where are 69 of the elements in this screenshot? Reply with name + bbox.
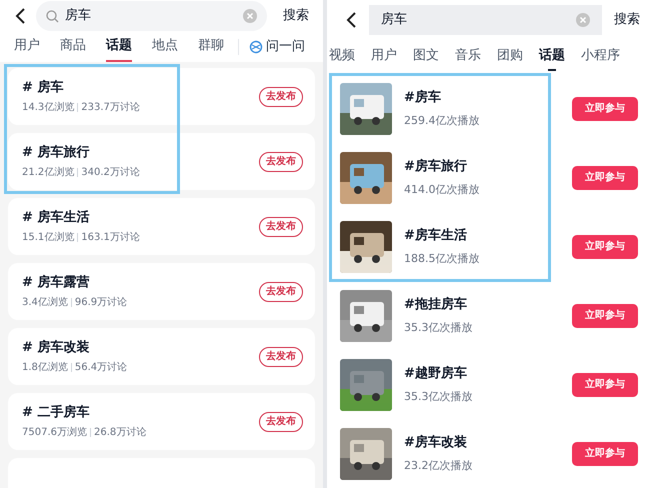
tab[interactable]: 群聊	[198, 32, 224, 62]
topic-title: # 房车生活	[22, 208, 90, 227]
join-button[interactable]: 立即参与	[572, 372, 638, 396]
publish-button[interactable]: 去发布	[259, 412, 303, 432]
play-count: 188.5亿次播放	[404, 251, 480, 267]
publish-button[interactable]: 去发布	[259, 152, 303, 172]
topic-title: # 二手房车	[22, 404, 90, 422]
play-count: 35.3亿次播放	[404, 389, 474, 405]
back-icon[interactable]	[345, 10, 357, 29]
topic-card[interactable]: # 二手房车 7507.6万浏览 26.8万讨论 去发布	[8, 393, 315, 450]
publish-button[interactable]: 去发布	[259, 86, 303, 106]
topic-title: # 房车	[22, 78, 64, 97]
discussion-count: 163.1万讨论	[81, 230, 140, 246]
topic-title[interactable]: #越野房车	[404, 364, 560, 383]
topic-title[interactable]: #房车生活	[404, 226, 560, 245]
topic-title: # 房车旅行	[22, 144, 90, 162]
tab[interactable]: 团购	[497, 40, 523, 71]
join-button[interactable]: 立即参与	[572, 234, 638, 258]
search-button[interactable]: 搜索	[614, 10, 640, 30]
discussion-count: 26.8万讨论	[94, 426, 146, 440]
search-icon	[46, 10, 59, 22]
discussion-count: 56.4万讨论	[74, 360, 128, 376]
discussion-count: 340.2万讨论	[81, 166, 140, 180]
topic-card[interactable]: # 房车改装 1.8亿浏览 56.4万讨论 去发布	[8, 328, 315, 385]
topic-title: # 房车改装	[22, 338, 90, 357]
join-button[interactable]: 立即参与	[572, 96, 638, 120]
tab[interactable]: 话题	[539, 40, 565, 71]
view-count: 15.1亿浏览	[22, 230, 74, 246]
view-count: 14.3亿浏览	[22, 100, 74, 116]
tab[interactable]: 用户	[14, 32, 40, 62]
join-button[interactable]: 立即参与	[572, 166, 638, 190]
topic-title[interactable]: #房车	[404, 88, 560, 107]
topic-title[interactable]: #房车旅行	[404, 156, 560, 176]
publish-button[interactable]: 去发布	[259, 282, 303, 302]
view-count: 3.4亿浏览	[22, 296, 68, 310]
join-button[interactable]: 立即参与	[572, 442, 638, 466]
tab[interactable]: 地点	[152, 32, 178, 62]
topic-title: # 房车露营	[22, 274, 90, 292]
topic-title[interactable]: #拖挂房车	[404, 294, 560, 314]
publish-button[interactable]: 去发布	[259, 346, 303, 366]
search-field[interactable]: 房车	[369, 4, 602, 35]
tab[interactable]: 图文	[413, 40, 439, 71]
play-count: 23.2亿次播放	[404, 458, 474, 474]
topic-title[interactable]: #房车改装	[404, 432, 560, 452]
search-text: 房车	[381, 11, 408, 30]
tab[interactable]: 用户	[371, 40, 397, 71]
play-count: 35.3亿次播放	[404, 320, 474, 336]
view-count: 7507.6万浏览	[22, 426, 87, 440]
play-count: 414.0亿次播放	[404, 182, 480, 198]
discussion-count: 96.9万讨论	[74, 296, 128, 310]
publish-button[interactable]: 去发布	[259, 216, 303, 236]
search-text: 房车	[65, 7, 92, 26]
topic-card[interactable]: # 房车生活 15.1亿浏览 163.1万讨论 去发布	[8, 198, 315, 255]
ask-button[interactable]: 问一问	[249, 37, 305, 57]
tab[interactable]: 商品	[60, 32, 86, 62]
search-button[interactable]: 搜索	[283, 6, 309, 26]
clear-icon[interactable]	[243, 9, 257, 23]
discussion-count: 233.7万讨论	[81, 100, 140, 116]
topic-card[interactable]: # 房车露营 3.4亿浏览 96.9万讨论 去发布	[8, 263, 315, 320]
join-button[interactable]: 立即参与	[572, 304, 638, 328]
search-field[interactable]: 房车	[36, 1, 267, 31]
tab[interactable]: 音乐	[455, 40, 481, 71]
clear-icon[interactable]	[576, 12, 590, 27]
tab[interactable]: 小程序	[581, 40, 620, 71]
view-count: 21.2亿浏览	[22, 166, 74, 180]
view-count: 1.8亿浏览	[22, 360, 68, 376]
back-icon[interactable]	[14, 7, 26, 25]
play-count: 259.4亿次播放	[404, 113, 480, 129]
tab[interactable]: 视频	[329, 40, 355, 71]
